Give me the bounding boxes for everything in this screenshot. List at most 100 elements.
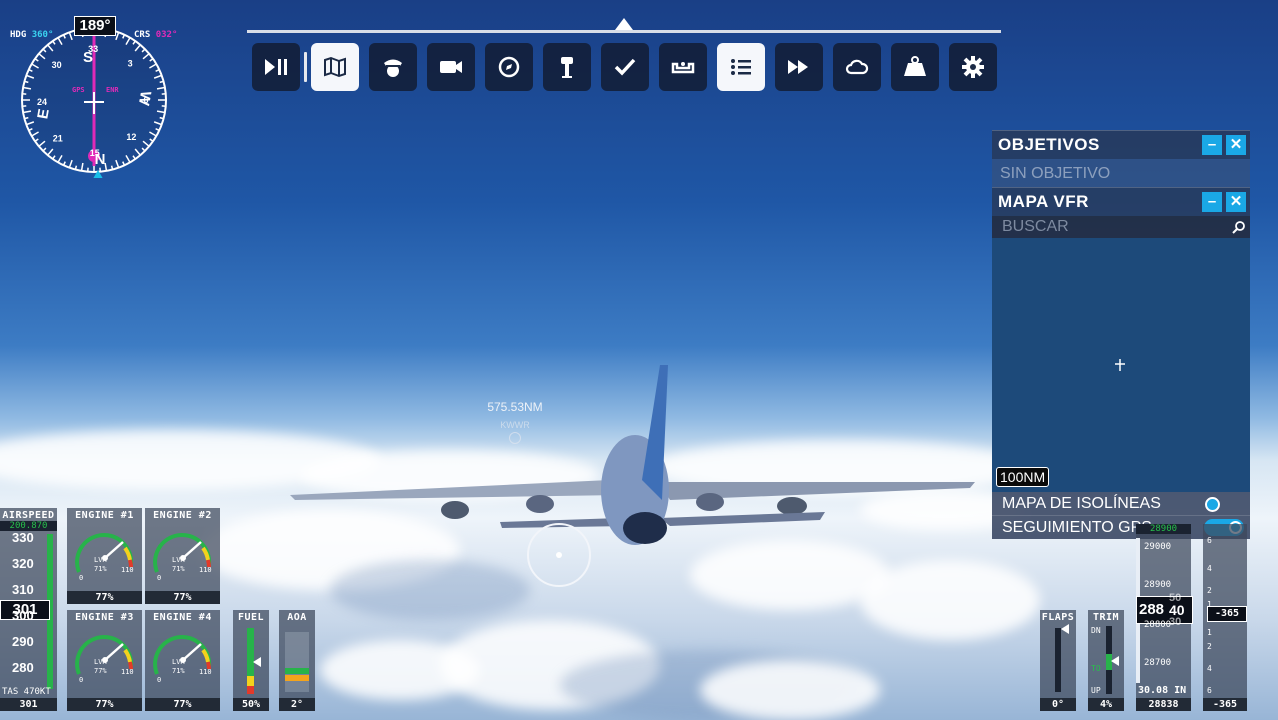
airspeed-tas: TAS 470KT — [2, 687, 51, 697]
engine-min: 0 — [157, 574, 162, 582]
aoa-foot: 2° — [279, 698, 315, 711]
tower-button[interactable] — [543, 43, 591, 91]
sim-rate-button[interactable] — [775, 43, 823, 91]
engine-pct: 71% — [94, 565, 107, 573]
trim-pointer — [1111, 656, 1119, 666]
airspeed-tick: 320 — [12, 556, 34, 571]
map-search-input[interactable]: BUSCAR — [992, 216, 1250, 238]
compass-icon — [498, 56, 520, 78]
hdg-label: HDG — [10, 30, 27, 40]
engine-max: 110 — [121, 668, 134, 676]
objectives-panel-header[interactable]: OBJETIVOS – ✕ — [992, 130, 1250, 159]
map-icon — [324, 56, 346, 78]
vfr-map-view[interactable]: 100NM — [992, 238, 1250, 492]
control-button[interactable] — [659, 43, 707, 91]
enr-label: ENR — [106, 86, 119, 94]
engine-gauge: ENGINE #1 LVR 71% 0 110 77% — [67, 508, 142, 604]
compass-tick-label: 6 — [143, 95, 148, 105]
altimeter: 28900 288 50 40 30 30.08 IN 28838 29000 2… — [1136, 524, 1193, 711]
compass-tick — [24, 116, 29, 120]
engine-pct: 71% — [172, 667, 185, 675]
toolbar-separator — [304, 52, 307, 82]
tower-icon — [561, 57, 573, 78]
flaps-title: FLAPS — [1041, 612, 1075, 623]
airspeed-tick: 290 — [12, 634, 34, 649]
engine-gauge: ENGINE #2 LVR 71% 0 110 77% — [145, 508, 220, 604]
weight-icon — [904, 56, 926, 76]
toolbar-line — [247, 30, 1001, 33]
engine-pct: 77% — [94, 667, 107, 675]
toolbar — [252, 43, 997, 91]
engine-foot: 77% — [145, 591, 220, 604]
camera-icon — [440, 61, 462, 73]
compass-tick-label: 30 — [52, 60, 62, 70]
crs-value: 032° — [155, 30, 178, 40]
engine-foot: 77% — [67, 591, 142, 604]
airspeed-tick: 280 — [12, 660, 34, 675]
yoke-icon — [671, 62, 695, 74]
isolines-toggle[interactable] — [1205, 497, 1220, 512]
vsi-tick: 6 — [1207, 536, 1212, 545]
list-icon — [731, 59, 751, 75]
engine-min: 0 — [157, 676, 162, 684]
engine-lvr: LVR — [172, 556, 185, 564]
engine-lvr: LVR — [172, 658, 185, 666]
hdg-value: 360° — [31, 30, 54, 40]
compass-tick — [110, 165, 114, 170]
vertical-speed-indicator: -365 -365 6 4 2 1 1 2 4 6 — [1203, 524, 1247, 711]
compass-tick — [74, 165, 78, 170]
waypoint-marker[interactable]: 575.53NM KWWR — [470, 400, 560, 444]
vsi-tick: 2 — [1207, 586, 1212, 595]
vsi-tick: 6 — [1207, 686, 1212, 695]
aircraft-position-icon — [1115, 359, 1125, 371]
camera-button[interactable] — [427, 43, 475, 91]
engine-pct: 71% — [172, 565, 185, 573]
vsi-tick: 4 — [1207, 664, 1212, 673]
objectives-button[interactable] — [717, 43, 765, 91]
trim-to: TO — [1091, 664, 1101, 673]
aoa-title: AOA — [287, 612, 307, 623]
objectives-empty-text: SIN OBJETIVO — [992, 159, 1250, 187]
vfr-map-minimize-button[interactable]: – — [1202, 192, 1222, 212]
vfr-map-title: MAPA VFR — [998, 192, 1089, 211]
navlog-button[interactable] — [485, 43, 533, 91]
pause-play-button[interactable] — [252, 43, 300, 91]
altimeter-tick: 28900 — [1144, 580, 1172, 590]
settings-button[interactable] — [949, 43, 997, 91]
altimeter-baro: 30.08 IN — [1138, 685, 1187, 696]
objectives-minimize-button[interactable]: – — [1202, 135, 1222, 155]
altimeter-roll: 50 40 30 — [1169, 592, 1185, 628]
pause-play-icon — [265, 59, 287, 75]
airspeed-indicator: AIRSPEED 200.870 301 TAS 470KT 301 330 32… — [0, 508, 57, 711]
altimeter-main: 288 — [1139, 601, 1165, 618]
objectives-close-button[interactable]: ✕ — [1226, 135, 1246, 155]
engine-foot: 77% — [145, 698, 220, 711]
isolines-toggle-row[interactable]: MAPA DE ISOLÍNEAS — [992, 492, 1250, 515]
vfr-map-close-button[interactable]: ✕ — [1226, 192, 1246, 212]
trim-dn: DN — [1091, 626, 1101, 635]
airspeed-tick: 300 — [12, 608, 34, 623]
vsi-foot: -365 — [1203, 698, 1247, 711]
hdg-indicator: HDG 360° — [10, 30, 53, 40]
weather-button[interactable] — [833, 43, 881, 91]
weight-button[interactable] — [891, 43, 939, 91]
map-button[interactable] — [311, 43, 359, 91]
checklist-button[interactable] — [601, 43, 649, 91]
toolbar-caret-icon — [615, 18, 633, 30]
altimeter-tick: 29000 — [1144, 542, 1172, 552]
compass-tick-label: 21 — [53, 133, 63, 143]
fuel-foot: 50% — [233, 698, 269, 711]
trim-title: TRIM — [1092, 612, 1120, 623]
isolines-label: MAPA DE ISOLÍNEAS — [1002, 494, 1161, 512]
trim-up: UP — [1091, 686, 1101, 695]
compass-tick-label: 12 — [126, 132, 136, 142]
gps-follow-label: SEGUIMIENTO GPS — [1002, 518, 1152, 536]
waypoint-distance: 575.53NM — [487, 400, 543, 414]
fuel-title: FUEL — [237, 612, 265, 623]
vfr-map-panel-header[interactable]: MAPA VFR – ✕ — [992, 187, 1250, 216]
atc-button[interactable] — [369, 43, 417, 91]
engine-max: 110 — [199, 566, 212, 574]
vsi-tick: 1 — [1207, 628, 1212, 637]
search-icon[interactable] — [1232, 220, 1246, 234]
view-reticle — [527, 523, 591, 587]
